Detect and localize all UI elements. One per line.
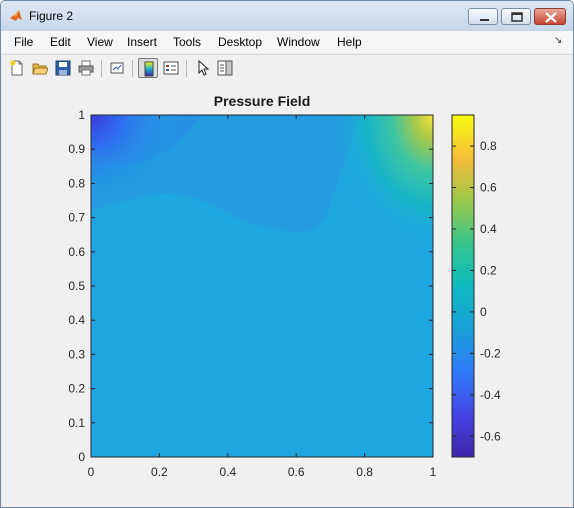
menu-bar: File Edit View Insert Tools Desktop Wind… <box>1 31 573 53</box>
colorbar-tick-label: 0.6 <box>480 181 497 195</box>
figure-toolbar <box>1 54 573 83</box>
figure-canvas: Pressure Field 0 0.2 0.4 0.6 0.8 1 0 0.1 0.2 0.3… <box>1 82 573 507</box>
menu-file[interactable]: File <box>14 35 33 49</box>
x-tick-label: 0.6 <box>288 465 305 479</box>
y-tick-label: 0.5 <box>68 279 85 293</box>
menu-edit[interactable]: Edit <box>50 35 71 49</box>
colorbar-tick-label: -0.2 <box>480 346 501 360</box>
window-title: Figure 2 <box>29 9 74 23</box>
y-tick-label: 0 <box>78 450 85 464</box>
y-tick-label: 0.7 <box>68 211 85 225</box>
toolbar-separator <box>101 60 102 77</box>
pressure-heatmap <box>91 115 433 457</box>
colorbar-tick-label: 0 <box>480 305 487 319</box>
x-tick-label: 1 <box>430 465 437 479</box>
figure-window: Figure 2 File Edit View Insert Tools Des… <box>0 0 574 508</box>
y-tick-label: 0.9 <box>68 142 85 156</box>
x-tick-label: 0.4 <box>219 465 236 479</box>
x-tick-label: 0.2 <box>151 465 168 479</box>
menu-desktop[interactable]: Desktop <box>218 35 262 49</box>
matlab-logo-icon <box>10 10 22 21</box>
toolbar-separator <box>186 60 187 77</box>
y-tick-label: 0.6 <box>68 245 85 259</box>
colorbar-tick-label: 0.8 <box>480 139 497 153</box>
colorbar-tick-label: -0.6 <box>480 429 501 443</box>
y-tick-label: 0.4 <box>68 313 85 327</box>
show-plot-tools-icon[interactable] <box>215 58 235 78</box>
y-tick-label: 0.3 <box>68 347 85 361</box>
menu-window[interactable]: Window <box>277 35 320 49</box>
print-icon[interactable] <box>76 58 96 78</box>
menu-tools[interactable]: Tools <box>173 35 201 49</box>
insert-legend-icon[interactable] <box>161 58 181 78</box>
x-tick-label: 0 <box>88 465 95 479</box>
insert-colorbar-icon[interactable] <box>138 58 158 78</box>
menu-help[interactable]: Help <box>337 35 362 49</box>
y-tick-label: 0.8 <box>68 176 85 190</box>
link-plot-icon[interactable] <box>107 58 127 78</box>
open-file-icon[interactable] <box>30 58 50 78</box>
title-bar[interactable]: Figure 2 <box>1 1 573 31</box>
pressure-field-chart: Pressure Field 0 0.2 0.4 0.6 0.8 1 0 0.1 0.2 0.3… <box>68 93 501 479</box>
save-icon[interactable] <box>53 58 73 78</box>
close-button[interactable] <box>534 8 566 25</box>
new-figure-icon[interactable] <box>7 58 27 78</box>
maximize-button[interactable] <box>501 8 531 25</box>
x-tick-label: 0.8 <box>356 465 373 479</box>
y-tick-label: 1 <box>78 108 85 122</box>
colorbar-tick-label: 0.4 <box>480 222 497 236</box>
colorbar-tick-label: 0.2 <box>480 263 497 277</box>
y-tick-label: 0.1 <box>68 416 85 430</box>
toolbar-separator <box>132 60 133 77</box>
menu-insert[interactable]: Insert <box>127 35 157 49</box>
dock-arrow-icon[interactable]: ↘ <box>554 35 562 46</box>
colorbar[interactable] <box>451 114 475 458</box>
edit-plot-arrow-icon[interactable] <box>193 58 213 78</box>
colorbar-tick-label: -0.4 <box>480 388 501 402</box>
y-tick-label: 0.2 <box>68 382 85 396</box>
chart-title: Pressure Field <box>214 93 311 109</box>
minimize-button[interactable] <box>468 8 498 25</box>
menu-view[interactable]: View <box>87 35 113 49</box>
